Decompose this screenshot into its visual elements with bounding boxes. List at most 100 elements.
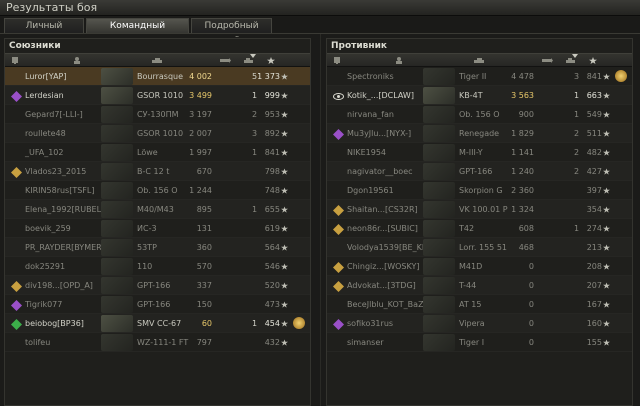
damage-value: 2 360 [511, 186, 534, 195]
table-row[interactable]: tolifeu WZ-111-1 FT 797 432 [5, 333, 310, 352]
player-name[interactable]: Advokat...[3TDG] [347, 276, 416, 295]
table-row[interactable]: Tigrik077 GPT-166 150 473 [5, 295, 310, 314]
player-badge-icon [333, 223, 344, 235]
player-name[interactable]: Spectroniks [347, 67, 394, 86]
allies-panel: Союзники Luror[YAP] Bourrasque 4 002 5 1 373… [4, 38, 311, 406]
table-row[interactable]: div198...[OPD_A] GPT-166 337 520 [5, 276, 310, 295]
player-name[interactable]: Dgon19561 [347, 181, 394, 200]
medal-icon[interactable] [293, 317, 305, 329]
tank-image-icon [423, 258, 455, 275]
player-name[interactable]: PR_RAYDER[BYMER] [25, 238, 105, 257]
enemies-panel: Противник Spectroniks Tiger II 4 478 3 841 Ko… [326, 38, 633, 406]
xp-star-icon [281, 295, 288, 314]
table-row[interactable]: beiobog[BP36] SMV CC-67 60 1 454 [5, 314, 310, 333]
tank-sort-icon[interactable] [473, 57, 485, 64]
player-name[interactable]: beiobog[BP36] [25, 314, 84, 333]
player-name[interactable]: dok25291 [25, 257, 65, 276]
table-row[interactable]: dok25291 110 570 546 [5, 257, 310, 276]
player-name[interactable]: KIRIN58rus[TSFL] [25, 181, 94, 200]
tank-image-icon [101, 334, 133, 351]
damage-value: 1 141 [511, 148, 534, 157]
table-row[interactable]: roullete48 GSOR 1010 2 007 3 892 [5, 124, 310, 143]
table-row[interactable]: Shaitan...[CS32R] VK 100.01 P1 324 354 [327, 200, 632, 219]
table-row[interactable]: simanser Tiger I 0 155 [327, 333, 632, 352]
xp-value: 473 [264, 300, 280, 309]
table-row[interactable]: Elena_1992[RUBEL] M40/M43 895 1 655 [5, 200, 310, 219]
player-name[interactable]: Volodya1539[BE_KI] [347, 238, 427, 257]
player-name[interactable]: BeceJlblu_KOT_BaZ... [347, 295, 431, 314]
player-name[interactable]: Vlados23_2015 [25, 162, 86, 181]
player-sort-icon[interactable] [73, 57, 81, 64]
table-row[interactable]: KIRIN58rus[TSFL] Ob. 156 O 1 244 748 [5, 181, 310, 200]
player-name[interactable]: nirvana_fan [347, 105, 394, 124]
squad-icon[interactable] [11, 57, 19, 64]
player-name[interactable]: tolifeu [25, 333, 50, 352]
xp-star-icon [603, 238, 610, 257]
table-row[interactable]: boevik_259 ИС-3 131 619 [5, 219, 310, 238]
damage-value: 0 [528, 281, 534, 290]
damage-sort-icon[interactable] [219, 57, 231, 64]
player-name[interactable]: Luror[YAP] [25, 67, 67, 86]
player-name[interactable]: Mu3yJlu...[NYX-] [347, 124, 411, 143]
xp-value: 207 [586, 281, 602, 290]
tank-name: Bourrasque [137, 72, 184, 81]
table-row[interactable]: nirvana_fan Ob. 156 O 900 1 549 [327, 105, 632, 124]
table-row[interactable]: Chingiz...[WOSKY] M41D 0 208 [327, 257, 632, 276]
tank-sort-icon[interactable] [151, 57, 163, 64]
xp-star-icon [281, 200, 288, 219]
player-name[interactable]: Tigrik077 [25, 295, 62, 314]
player-name[interactable]: Elena_1992[RUBEL] [25, 200, 104, 219]
table-row[interactable]: nagivator__boec GPT-166 1 240 2 427 [327, 162, 632, 181]
player-name[interactable]: Gepard7[-LLI-] [25, 105, 83, 124]
xp-star-icon [603, 200, 610, 219]
player-name[interactable]: Chingiz...[WOSKY] [347, 257, 419, 276]
player-name[interactable]: Kotik_...[DCLAW] [347, 86, 414, 105]
frags-sort-icon[interactable] [243, 57, 255, 64]
player-name[interactable]: div198...[OPD_A] [25, 276, 93, 295]
table-row[interactable]: Gepard7[-LLI-] СУ-130ПМ 3 197 2 953 [5, 105, 310, 124]
table-row[interactable]: Luror[YAP] Bourrasque 4 002 5 1 373 [5, 67, 310, 86]
xp-sort-icon[interactable] [589, 57, 597, 64]
xp-star-icon [281, 219, 288, 238]
player-name[interactable]: Lerdesian [25, 86, 64, 105]
player-name[interactable]: _UFA_102 [25, 143, 63, 162]
player-name[interactable]: boevik_259 [25, 219, 71, 238]
xp-value: 454 [264, 319, 280, 328]
frags-sort-icon[interactable] [565, 57, 577, 64]
table-row[interactable]: Spectroniks Tiger II 4 478 3 841 [327, 67, 632, 86]
xp-star-icon [281, 257, 288, 276]
player-name[interactable]: NIKE1954 [347, 143, 386, 162]
tank-image-icon [423, 125, 455, 142]
player-name[interactable]: sofiko31rus [347, 314, 393, 333]
player-name[interactable]: nagivator__boec [347, 162, 413, 181]
table-row[interactable]: sofiko31rus Vipera 0 160 [327, 314, 632, 333]
table-row[interactable]: Advokat...[3TDG] T-44 0 207 [327, 276, 632, 295]
damage-value: 0 [528, 319, 534, 328]
player-sort-icon[interactable] [395, 57, 403, 64]
tab-personal-result[interactable]: Личный результат [4, 18, 84, 46]
table-row[interactable]: PR_RAYDER[BYMER] 53TP 360 564 [5, 238, 310, 257]
tab-team-result[interactable]: Командный результат [86, 18, 189, 46]
table-row[interactable]: Lerdesian GSOR 1010 3 499 1 999 [5, 86, 310, 105]
table-row[interactable]: Volodya1539[BE_KI] Lorr. 155 51 468 213 [327, 238, 632, 257]
panel-divider [320, 34, 321, 406]
table-row[interactable]: BeceJlblu_KOT_BaZ... AT 15 0 167 [327, 295, 632, 314]
player-name[interactable]: roullete48 [25, 124, 66, 143]
table-row[interactable]: NIKE1954 M-III-Y 1 141 2 482 [327, 143, 632, 162]
table-row[interactable]: _UFA_102 Löwe 1 997 1 841 [5, 143, 310, 162]
table-row[interactable]: Kotik_...[DCLAW] KB-4T 3 563 1 663 [327, 86, 632, 105]
player-name[interactable]: neon86r...[SUBIC] [347, 219, 418, 238]
player-badge-icon [11, 280, 22, 292]
xp-sort-icon[interactable] [267, 57, 275, 64]
table-row[interactable]: Vlados23_2015 B-C 12 t 670 798 [5, 162, 310, 181]
squad-icon[interactable] [333, 57, 341, 64]
medal-icon[interactable] [615, 70, 627, 82]
player-name[interactable]: Shaitan...[CS32R] [347, 200, 418, 219]
table-row[interactable]: Dgon19561 Skorpion G 2 360 397 [327, 181, 632, 200]
table-row[interactable]: Mu3yJlu...[NYX-] Renegade 1 829 2 511 [327, 124, 632, 143]
table-row[interactable]: neon86r...[SUBIC] T42 608 1 274 [327, 219, 632, 238]
tab-detailed-report[interactable]: Подробный отчёт [191, 18, 272, 46]
xp-value: 564 [264, 243, 280, 252]
damage-sort-icon[interactable] [541, 57, 553, 64]
player-name[interactable]: simanser [347, 333, 384, 352]
